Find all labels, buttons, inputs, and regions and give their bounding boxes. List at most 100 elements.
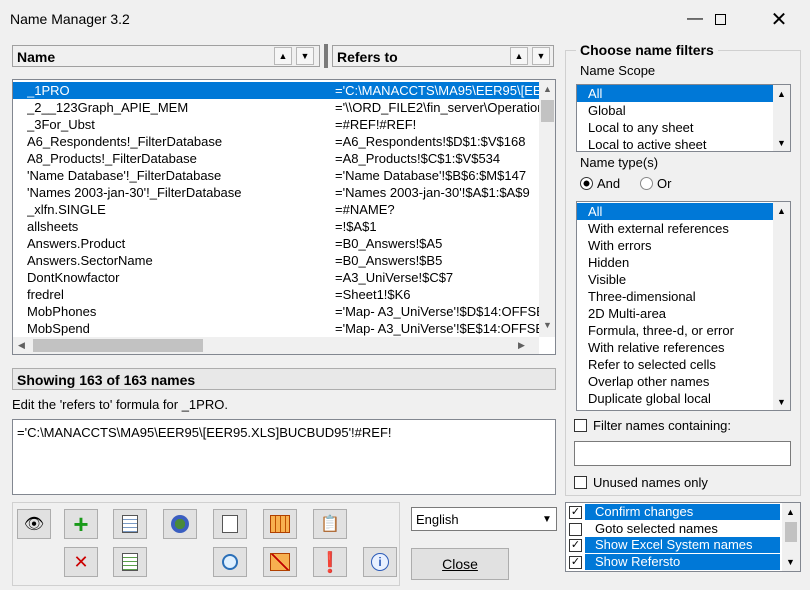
type-item[interactable]: Formula, three-d, or error (577, 322, 773, 339)
scope-item[interactable]: All (577, 85, 773, 102)
table-row[interactable]: Answers.Product =B0_Answers!$A5 (13, 235, 539, 252)
showing-count: Showing 163 of 163 names (12, 368, 556, 390)
filter-containing-checkbox[interactable]: Filter names containing: (574, 418, 731, 433)
option-item[interactable]: ✓ Show Excel System names (566, 537, 780, 554)
type-item[interactable]: Refer to selected cells (577, 356, 773, 373)
type-item[interactable]: Three-dimensional (577, 288, 773, 305)
option-item[interactable]: Goto selected names (566, 521, 780, 538)
scope-item[interactable]: Local to active sheet (577, 136, 773, 151)
refers-sort-up-button[interactable]: ▲ (510, 47, 528, 65)
table-row[interactable]: MobPhones ='Map- A3_UniVerse'!$D$14:OFFSE… (13, 303, 539, 320)
scroll-up-icon[interactable]: ▲ (773, 85, 790, 102)
type-item[interactable]: Overlap other names (577, 373, 773, 390)
scroll-down-icon[interactable]: ▼ (539, 316, 555, 333)
type-item[interactable]: Visible (577, 271, 773, 288)
type-item[interactable]: Duplicate global local (577, 390, 773, 407)
name-cell: _xlfn.SINGLE (27, 202, 106, 217)
type-item[interactable]: With relative references (577, 339, 773, 356)
type-scrollbar[interactable]: ▲ ▼ (773, 202, 790, 410)
unused-only-checkbox[interactable]: Unused names only (574, 475, 708, 490)
view-button[interactable]: 👁 (17, 509, 51, 539)
and-label: And (597, 176, 621, 191)
options-list[interactable]: ✓ Confirm changes Goto selected names ✓ Show… (565, 502, 801, 572)
name-sort-up-button[interactable]: ▲ (274, 47, 292, 65)
checkbox-icon[interactable]: ✓ (569, 539, 582, 552)
option-item[interactable]: ✓ Show Refersto (566, 553, 780, 571)
type-list[interactable]: All With external references With errors Hi… (576, 201, 791, 411)
type-rows: All With external references With errors Hi… (577, 203, 773, 410)
checkbox-icon[interactable]: ✓ (569, 555, 582, 569)
name-sort-down-button[interactable]: ▼ (296, 47, 314, 65)
table-row[interactable]: MobSpend ='Map- A3_UniVerse'!$E$14:OFFSET (13, 320, 539, 337)
close-button[interactable]: Close (411, 548, 509, 580)
triangle-down-icon: ▼ (300, 51, 310, 61)
checkbox-icon[interactable]: ✓ (569, 506, 582, 519)
remove-table-button[interactable] (263, 547, 297, 577)
add-name-button[interactable]: + (64, 509, 98, 539)
column-splitter[interactable] (324, 44, 328, 68)
formula-editor[interactable]: ='C:\MANACCTS\MA95\EER95\[EER95.XLS]BUCB… (12, 419, 556, 495)
and-radio[interactable]: And (580, 176, 620, 191)
or-radio[interactable]: Or (640, 176, 671, 191)
table-row[interactable]: fredrel =Sheet1!$K6 (13, 286, 539, 303)
table-row[interactable]: 'Names 2003-jan-30'!_FilterDatabase ='Nam… (13, 184, 539, 201)
names-list[interactable]: _1PRO ='C:\MANACCTS\MA95\EER95\[EER95.XLS… (12, 79, 556, 355)
table-row[interactable]: allsheets =!$A$1 (13, 218, 539, 235)
copy-button[interactable]: 📋 (313, 509, 347, 539)
scope-item[interactable]: Local to any sheet (577, 119, 773, 136)
refers-sort-down-button[interactable]: ▼ (532, 47, 550, 65)
type-item[interactable]: With errors (577, 237, 773, 254)
checkbox-icon[interactable] (569, 522, 582, 536)
table-row[interactable]: Answers.SectorName =B0_Answers!$B5 (13, 252, 539, 269)
globe-button[interactable] (163, 509, 197, 539)
type-item[interactable]: Hidden (577, 254, 773, 271)
names-vertical-scrollbar[interactable]: ▲ ▼ (539, 80, 555, 337)
scroll-up-icon[interactable]: ▲ (773, 202, 790, 219)
name-cell: _3For_Ubst (27, 117, 95, 132)
close-icon: ✕ (770, 8, 788, 31)
filter-text-input[interactable] (574, 441, 791, 466)
option-item[interactable]: ✓ Confirm changes (566, 504, 780, 521)
names-horizontal-scrollbar[interactable]: ◀ ▶ (13, 337, 539, 354)
triangle-down-icon: ▼ (536, 51, 546, 61)
options-scrollbar[interactable]: ▲ ▼ (782, 503, 800, 571)
hscroll-thumb[interactable] (33, 339, 203, 352)
scroll-right-icon[interactable]: ▶ (513, 337, 530, 354)
type-item[interactable]: All (577, 203, 773, 220)
info-button[interactable]: i (363, 547, 397, 577)
type-item[interactable]: Refer to... (577, 407, 773, 410)
table-row[interactable]: A8_Products!_FilterDatabase =A8_Products!… (13, 150, 539, 167)
scroll-up-icon[interactable]: ▲ (539, 80, 555, 97)
type-item[interactable]: 2D Multi-area (577, 305, 773, 322)
zoom-button[interactable] (213, 547, 247, 577)
scroll-up-icon[interactable]: ▲ (782, 503, 799, 520)
flag-button[interactable]: ❗ (313, 547, 347, 577)
type-item[interactable]: With external references (577, 220, 773, 237)
scroll-down-icon[interactable]: ▼ (782, 553, 799, 570)
scope-list[interactable]: All Global Local to any sheet Local to acti… (576, 84, 791, 152)
edit-sheet-button[interactable] (113, 509, 147, 539)
scroll-thumb[interactable] (785, 522, 797, 542)
table-button[interactable] (263, 509, 297, 539)
scope-scrollbar[interactable]: ▲ ▼ (773, 85, 790, 151)
scope-item[interactable]: Global (577, 102, 773, 119)
scroll-down-icon[interactable]: ▼ (773, 134, 790, 151)
add-sheet-button[interactable] (113, 547, 147, 577)
scroll-left-icon[interactable]: ◀ (13, 337, 30, 354)
table-row[interactable]: _3For_Ubst =#REF!#REF! (13, 116, 539, 133)
language-select[interactable]: English (411, 507, 557, 531)
table-row[interactable]: 'Name Database'!_FilterDatabase ='Name Da… (13, 167, 539, 184)
table-row[interactable]: A6_Respondents!_FilterDatabase =A6_Respon… (13, 133, 539, 150)
table-row[interactable]: DontKnowfactor =A3_UniVerse!$C$7 (13, 269, 539, 286)
delete-name-button[interactable]: ✕ (64, 547, 98, 577)
table-row[interactable]: _2__123Graph_APIE_MEM ='\\ORD_FILE2\fin_s… (13, 99, 539, 116)
chevron-down-icon[interactable]: ▼ (538, 509, 556, 529)
scroll-thumb[interactable] (541, 100, 554, 122)
refers-to-cell: ='\\ORD_FILE2\fin_server\Operations\ (335, 100, 539, 115)
table-row[interactable]: _1PRO ='C:\MANACCTS\MA95\EER95\[EER95.XLS… (13, 82, 539, 99)
close-window-button[interactable]: ✕ (756, 0, 802, 38)
maximize-button[interactable] (697, 0, 743, 38)
table-row[interactable]: _xlfn.SINGLE =#NAME? (13, 201, 539, 218)
find-in-sheet-button[interactable] (213, 509, 247, 539)
scroll-down-icon[interactable]: ▼ (773, 393, 790, 410)
